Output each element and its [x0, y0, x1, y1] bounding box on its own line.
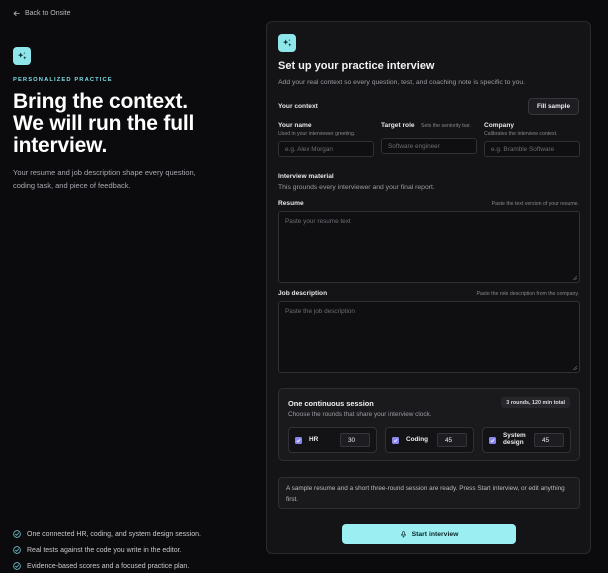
session-subtitle: Choose the rounds that share your interv…: [288, 411, 432, 418]
company-hint: Calibrates the interview context.: [484, 131, 558, 137]
feature-list: One connected HR, coding, and system des…: [13, 526, 201, 573]
check-circle-icon: [13, 546, 21, 554]
resume-placeholder: Paste your resume text: [285, 218, 351, 225]
fill-sample-button[interactable]: Fill sample: [527, 98, 579, 115]
sparkles-icon: [282, 38, 292, 47]
name-placeholder: e.g. Alex Morgan: [285, 145, 333, 153]
name-input[interactable]: e.g. Alex Morgan: [278, 141, 374, 157]
feature-text: One connected HR, coding, and system des…: [27, 530, 201, 538]
arrow-left-icon: [13, 10, 20, 17]
check-icon: [490, 439, 495, 443]
round-checkbox[interactable]: [392, 437, 399, 444]
resize-grip-icon[interactable]: [572, 275, 577, 280]
role-placeholder: Software engineer: [388, 142, 440, 150]
company-input[interactable]: e.g. Bramble Software: [484, 141, 580, 157]
round-hr[interactable]: HR 30: [288, 427, 377, 453]
feature-item: One connected HR, coding, and system des…: [13, 526, 201, 542]
check-icon: [296, 439, 301, 443]
material-subtitle: This grounds every interviewer and your …: [278, 184, 435, 191]
job-label: Job description: [278, 290, 328, 297]
resume-label: Resume: [278, 200, 304, 207]
check-circle-icon: [13, 562, 21, 570]
round-name: Coding: [406, 435, 429, 443]
round-minutes-input[interactable]: 45: [534, 433, 564, 447]
hero-headline-line-3: interview.: [13, 134, 108, 157]
start-interview-button[interactable]: Start interview: [342, 524, 516, 544]
job-placeholder: Paste the job description: [285, 308, 355, 315]
material-section-label: Interview material: [278, 173, 334, 180]
hero-headline: Bring the context. We will run the full …: [13, 91, 253, 157]
feature-text: Real tests against the code you write in…: [27, 546, 182, 554]
role-hint: Sets the seniority bar.: [421, 123, 471, 129]
hero-lede: Your resume and job description shape ev…: [13, 168, 196, 190]
feature-text: Evidence-based scores and a focused prac…: [27, 562, 190, 570]
round-name: HR: [309, 435, 319, 443]
name-hint: Used in your interviewer greeting.: [278, 131, 356, 137]
session-badge: 3 rounds, 120 min total: [501, 397, 570, 408]
feature-item: Real tests against the code you write in…: [13, 542, 201, 558]
round-coding[interactable]: Coding 45: [385, 427, 474, 453]
hero-headline-line-1: Bring the context.: [13, 90, 188, 113]
role-input[interactable]: Software engineer: [381, 138, 477, 154]
brand-logo: [13, 47, 31, 65]
name-label: Your name: [278, 122, 312, 129]
hero-kicker: PERSONALIZED PRACTICE: [13, 77, 113, 83]
context-section-label: Your context: [278, 103, 318, 110]
back-link-label: Back to Onsite: [25, 10, 71, 17]
job-textarea[interactable]: Paste the job description: [278, 301, 580, 373]
round-checkbox[interactable]: [489, 437, 496, 444]
round-name: System design: [503, 432, 526, 446]
microphone-icon: [400, 530, 406, 538]
check-circle-icon: [13, 530, 21, 538]
sample-notice: A sample resume and a short three-round …: [278, 477, 580, 509]
round-minutes-input[interactable]: 45: [437, 433, 467, 447]
job-hint: Paste the role description from the comp…: [476, 291, 579, 297]
session-card: One continuous session 3 rounds, 120 min…: [278, 388, 580, 461]
role-label: Target role: [381, 122, 415, 129]
check-icon: [393, 439, 398, 443]
panel-title: Set up your practice interview: [278, 60, 435, 72]
resize-grip-icon[interactable]: [572, 365, 577, 370]
back-link[interactable]: Back to Onsite: [13, 10, 71, 17]
round-minutes-input[interactable]: 30: [340, 433, 370, 447]
panel-subtitle: Add your real context so every question,…: [278, 79, 526, 86]
panel-logo: [278, 34, 296, 52]
feature-item: Evidence-based scores and a focused prac…: [13, 558, 201, 573]
setup-panel: Set up your practice interview Add your …: [266, 21, 591, 554]
company-placeholder: e.g. Bramble Software: [491, 145, 555, 153]
hero-headline-line-2: We will run the full: [13, 112, 195, 135]
session-title: One continuous session: [288, 399, 374, 408]
company-label: Company: [484, 122, 515, 129]
round-checkbox[interactable]: [295, 437, 302, 444]
round-system-design[interactable]: System design 45: [482, 427, 571, 453]
resume-hint: Paste the text version of your resume.: [491, 201, 579, 207]
start-interview-label: Start interview: [411, 530, 459, 538]
resume-textarea[interactable]: Paste your resume text: [278, 211, 580, 283]
sparkles-icon: [17, 51, 27, 60]
